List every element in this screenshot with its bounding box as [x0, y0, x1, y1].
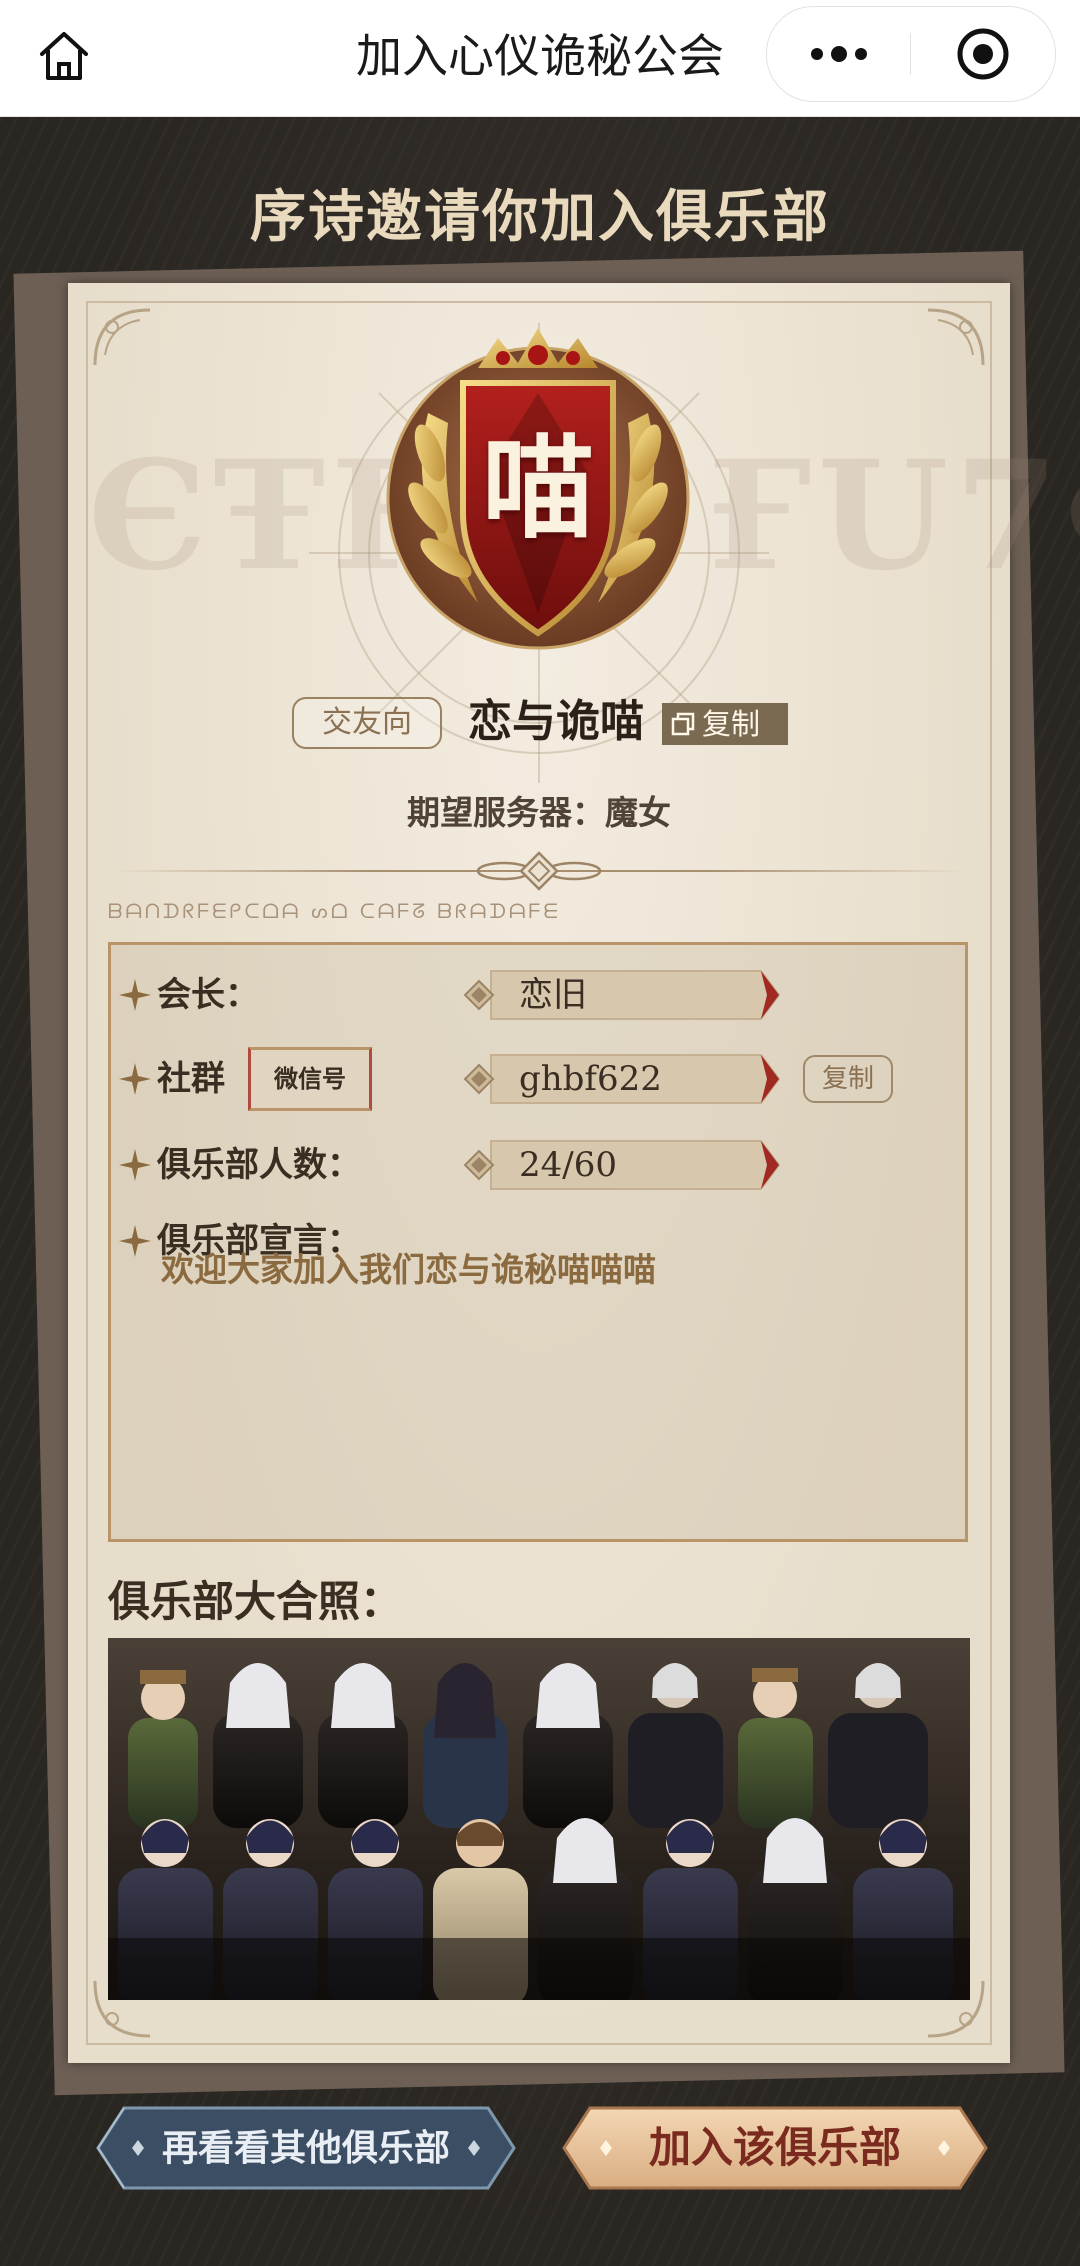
leader-value: 恋旧 [519, 975, 587, 1015]
target-circle-icon [957, 28, 1008, 80]
expected-server: 期望服务器：魔女 [407, 793, 671, 832]
sparkle-star-icon [119, 1225, 151, 1257]
declaration-text: 欢迎大家加入我们恋与诡秘喵喵喵 [161, 1250, 656, 1289]
club-tag: 交友向 [292, 697, 442, 749]
club-name: 恋与诡喵 [468, 696, 644, 747]
group-label: 社群 [157, 1059, 225, 1099]
group-photo [108, 1638, 970, 2000]
group-value-pill: ghbf622 [461, 1051, 791, 1107]
more-button[interactable] [767, 7, 910, 101]
invite-title: 序诗邀请你加入俱乐部 [250, 184, 830, 250]
view-other-clubs-label: 再看看其他俱乐部 [161, 2127, 450, 2169]
capsule-menu [766, 6, 1056, 102]
pill-frame [463, 1140, 781, 1190]
copy-group-button[interactable]: 复制 [803, 1055, 893, 1103]
sparkle-star-icon [119, 979, 151, 1011]
more-dots-icon [810, 46, 867, 62]
group-type-tag: 微信号 [248, 1047, 372, 1111]
members-value: 24/60 [519, 1145, 617, 1185]
members-value-pill: 24/60 [461, 1137, 791, 1193]
group-photo-label: 俱乐部大合照： [108, 1577, 403, 1626]
club-info-box: 会长： 恋旧 社群 微信号 ghbf622 复制 俱乐部人数： 24/60 俱乐… [108, 942, 968, 1542]
close-button[interactable] [911, 7, 1054, 101]
nav-bar: 加入心仪诡秘公会 [0, 0, 1080, 117]
sparkle-star-icon [119, 1149, 151, 1181]
copy-icon [671, 712, 695, 736]
join-club-label: 加入该俱乐部 [648, 2123, 901, 2172]
club-card: ЄŦFZ ҒU7Ф [68, 283, 1080, 2063]
group-value: ghbf622 [519, 1059, 662, 1099]
leader-value-pill: 恋旧 [461, 967, 791, 1023]
leader-label: 会长： [157, 975, 259, 1015]
emblem-character: 喵 [482, 423, 594, 554]
copy-name-label: 复制 [702, 707, 761, 741]
sparkle-star-icon [119, 1063, 151, 1095]
corner-ornament-icon [927, 308, 985, 366]
corner-ornament-icon [93, 308, 151, 366]
rune-caption: ᗷᗩᑎᗪᖇᖴᗴᑭᑕᗝᗩ ᔕᗝ ᑕᗩᖴᘔ ᗷᖇᗩᗪᗩᖴᗴ [108, 899, 561, 923]
copy-name-button[interactable]: 复制 [662, 703, 788, 745]
view-other-clubs-button[interactable]: 再看看其他俱乐部 [94, 2102, 518, 2194]
pill-frame [463, 970, 781, 1020]
members-label: 俱乐部人数： [157, 1145, 361, 1185]
join-club-button[interactable]: 加入该俱乐部 [560, 2102, 990, 2194]
divider-ornament-icon [476, 851, 602, 891]
group-photo-characters [108, 1663, 970, 2000]
